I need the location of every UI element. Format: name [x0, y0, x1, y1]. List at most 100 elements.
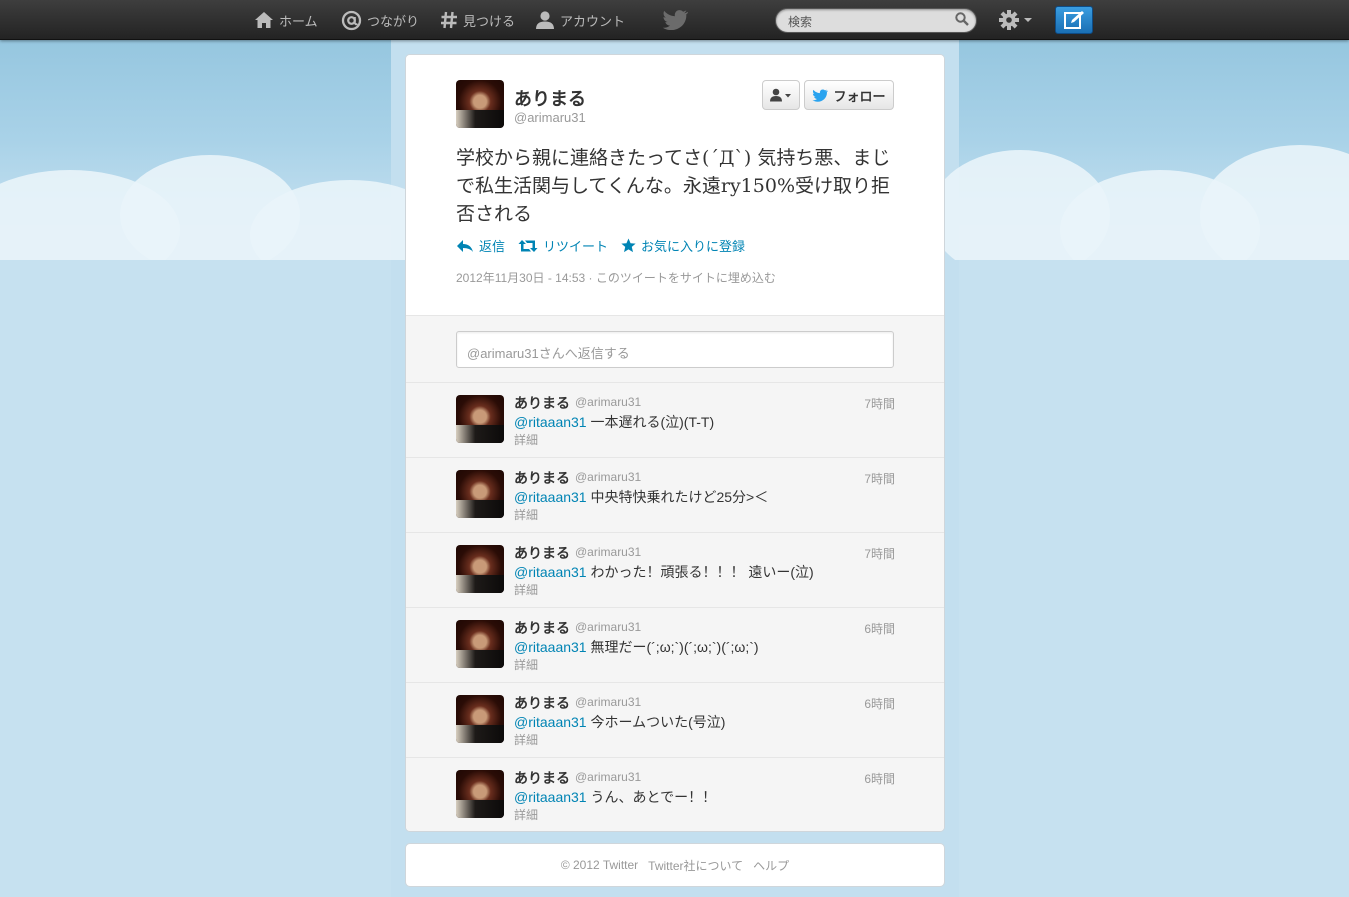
reply-text: @ritaaan31 中央特快乗れたけど25分>＜: [514, 489, 769, 505]
reply-tweet[interactable]: ありまる @arimaru31 6時間 @ritaaan31 無理だー(´;ω;…: [406, 608, 944, 683]
about-link[interactable]: Twitter社について: [648, 857, 743, 874]
reply-time[interactable]: 6時間: [864, 770, 895, 787]
reply-composer: @arimaru31さんへ返信する: [406, 315, 944, 383]
reply-author-handle[interactable]: @arimaru31: [575, 620, 641, 634]
top-navigation-bar: ホーム つながり 見つける アカウント 検索: [0, 0, 1349, 40]
embed-tweet-link[interactable]: このツイートをサイトに埋め込む: [596, 271, 776, 285]
follow-button[interactable]: フォロー: [804, 80, 894, 110]
avatar[interactable]: [456, 545, 504, 593]
follow-label: フォロー: [833, 88, 886, 104]
bird-icon: [812, 88, 829, 102]
reply-author-name[interactable]: ありまる: [514, 393, 570, 413]
nav-discover-label: 見つける: [463, 13, 516, 29]
avatar[interactable]: [456, 395, 504, 443]
nav-home[interactable]: ホーム: [254, 0, 318, 40]
search-icon[interactable]: [955, 12, 969, 26]
details-link[interactable]: 詳細: [514, 656, 538, 673]
reply-text: @ritaaan31 うん、あとでー！！: [514, 789, 717, 805]
avatar[interactable]: [456, 695, 504, 743]
tweet-detail-panel: ありまる @arimaru31 フォロー 学校から親に連絡きたってさ(´Д`) …: [405, 54, 945, 832]
footer: © 2012 Twitter Twitter社について ヘルプ: [405, 843, 945, 887]
details-link[interactable]: 詳細: [514, 506, 538, 523]
hash-icon: [441, 11, 457, 29]
nav-account[interactable]: アカウント: [535, 0, 625, 40]
reply-text: @ritaaan31 一本遅れる(泣)(T-T): [514, 414, 715, 430]
favorite-button[interactable]: お気に入りに登録: [621, 236, 745, 255]
nav-home-label: ホーム: [279, 13, 318, 29]
reply-button[interactable]: 返信: [456, 236, 505, 255]
reply-author-handle[interactable]: @arimaru31: [575, 470, 641, 484]
reply-author-handle[interactable]: @arimaru31: [575, 545, 641, 559]
nav-connect[interactable]: つながり: [341, 0, 419, 40]
nav-connect-label: つながり: [367, 13, 420, 29]
main-tweet: ありまる @arimaru31 フォロー 学校から親に連絡きたってさ(´Д`) …: [406, 55, 944, 315]
retweet-icon: [518, 239, 538, 252]
details-link[interactable]: 詳細: [514, 431, 538, 448]
search-input[interactable]: 検索: [775, 8, 977, 33]
retweet-label: リツイート: [543, 239, 609, 254]
mention-link[interactable]: @ritaaan31: [514, 714, 587, 730]
reply-author-handle[interactable]: @arimaru31: [575, 770, 641, 784]
reply-author-name[interactable]: ありまる: [514, 768, 570, 788]
reply-time[interactable]: 6時間: [864, 695, 895, 712]
reply-tweet[interactable]: ありまる @arimaru31 6時間 @ritaaan31 うん、あとでー！！…: [406, 758, 944, 831]
twitter-bird-logo[interactable]: [662, 0, 693, 40]
nav-discover[interactable]: 見つける: [440, 0, 515, 40]
user-actions-button[interactable]: [762, 80, 800, 110]
reply-tweet[interactable]: ありまる @arimaru31 6時間 @ritaaan31 今ホームついた(号…: [406, 683, 944, 758]
compose-tweet-button[interactable]: [1055, 6, 1093, 34]
retweet-button[interactable]: リツイート: [518, 236, 608, 255]
avatar[interactable]: [456, 770, 504, 818]
details-link[interactable]: 詳細: [514, 731, 538, 748]
person-icon: [536, 11, 554, 29]
compose-icon: [1064, 11, 1084, 29]
reply-label: 返信: [479, 239, 506, 254]
mention-link[interactable]: @ritaaan31: [514, 564, 587, 580]
mention-link[interactable]: @ritaaan31: [514, 789, 587, 805]
mention-link[interactable]: @ritaaan31: [514, 414, 587, 430]
reply-author-name[interactable]: ありまる: [514, 543, 570, 563]
reply-author-name[interactable]: ありまる: [514, 468, 570, 488]
reply-tweet[interactable]: ありまる @arimaru31 7時間 @ritaaan31 中央特快乗れたけど…: [406, 458, 944, 533]
author-name[interactable]: ありまる: [514, 85, 586, 111]
reply-time[interactable]: 7時間: [864, 395, 895, 412]
reply-icon: [457, 239, 473, 252]
settings-menu[interactable]: [998, 9, 1033, 31]
tweet-timestamp[interactable]: 2012年11月30日 - 14:53: [456, 271, 585, 285]
nav-account-label: アカウント: [560, 13, 626, 29]
tweet-actions: 返信 リツイート お気に入りに登録: [456, 236, 758, 255]
bird-icon: [662, 10, 688, 30]
gear-icon: [999, 10, 1019, 30]
reply-author-name[interactable]: ありまる: [514, 618, 570, 638]
favorite-label: お気に入りに登録: [641, 239, 746, 254]
reply-time[interactable]: 7時間: [864, 545, 895, 562]
chevron-down-icon: [1024, 18, 1032, 22]
reply-author-handle[interactable]: @arimaru31: [575, 395, 641, 409]
reply-text: @ritaaan31 わかった！頑張る！！！ 遠いー(泣): [514, 564, 814, 580]
person-icon: [770, 88, 791, 102]
reply-tweet[interactable]: ありまる @arimaru31 7時間 @ritaaan31 一本遅れる(泣)(…: [406, 383, 944, 458]
reply-text: @ritaaan31 今ホームついた(号泣): [514, 714, 726, 730]
reply-text: @ritaaan31 無理だー(´;ω;`)(´;ω;`)(´;ω;`): [514, 639, 759, 655]
mention-link[interactable]: @ritaaan31: [514, 489, 587, 505]
reply-input[interactable]: @arimaru31さんへ返信する: [456, 331, 894, 368]
tweet-text: 学校から親に連絡きたってさ(´Д`) 気持ち悪、まじで私生活関与してくんな。永遠…: [456, 147, 891, 225]
reply-author-name[interactable]: ありまる: [514, 693, 570, 713]
home-icon: [255, 12, 273, 28]
avatar[interactable]: [456, 470, 504, 518]
tweet-meta: 2012年11月30日 - 14:53 · このツイートをサイトに埋め込む: [456, 271, 776, 285]
help-link[interactable]: ヘルプ: [753, 857, 789, 874]
reply-time[interactable]: 7時間: [864, 470, 895, 487]
copyright-text: © 2012 Twitter: [560, 858, 639, 872]
avatar[interactable]: [456, 80, 504, 128]
reply-time[interactable]: 6時間: [864, 620, 895, 637]
star-icon: [621, 238, 636, 253]
details-link[interactable]: 詳細: [514, 806, 538, 823]
avatar[interactable]: [456, 620, 504, 668]
details-link[interactable]: 詳細: [514, 581, 538, 598]
author-handle[interactable]: @arimaru31: [514, 110, 586, 125]
mention-link[interactable]: @ritaaan31: [514, 639, 587, 655]
reply-tweet[interactable]: ありまる @arimaru31 7時間 @ritaaan31 わかった！頑張る！…: [406, 533, 944, 608]
at-icon: [341, 10, 362, 30]
reply-author-handle[interactable]: @arimaru31: [575, 695, 641, 709]
